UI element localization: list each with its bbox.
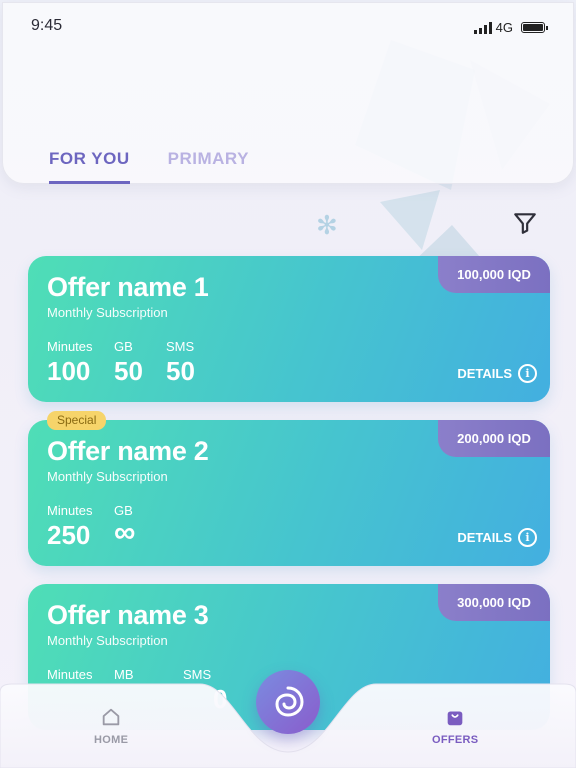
stat-label: Minutes: [47, 667, 93, 682]
stat-minutes: Minutes 250: [47, 503, 93, 551]
stat-label: SMS: [183, 667, 212, 682]
info-icon: i: [518, 528, 537, 547]
swirl-logo-icon: [275, 686, 304, 717]
offer-title: Offer name 2: [47, 436, 209, 466]
stat-sms: SMS 50: [166, 339, 195, 387]
bag-icon: [447, 711, 463, 726]
network-type: 4G: [495, 20, 513, 35]
stat-value: 50: [166, 356, 195, 386]
stat-value: 100: [47, 356, 91, 386]
center-action-button[interactable]: [256, 670, 320, 734]
tab-bar: FOR YOU PRIMARY: [49, 149, 249, 184]
snowflake-icon: ✻: [316, 210, 338, 240]
stat-label: MB: [114, 667, 134, 682]
nav-home-label: HOME: [94, 734, 129, 746]
price-tag: 300,000 IQD: [438, 584, 550, 621]
price-tag: 100,000 IQD: [438, 256, 550, 293]
status-time: 9:45: [31, 17, 63, 34]
stat-value: 250: [47, 520, 91, 550]
home-icon: [102, 708, 120, 726]
price-tag: 200,000 IQD: [438, 420, 550, 457]
nav-offers[interactable]: OFFERS: [432, 706, 478, 746]
offer-card[interactable]: Special 200,000 IQD Offer name 2 Monthly…: [28, 411, 550, 566]
tab-for-you[interactable]: FOR YOU: [49, 149, 130, 184]
signal-icon: [473, 21, 492, 34]
stat-label: Minutes: [47, 339, 93, 354]
stat-label: GB: [114, 339, 133, 354]
stat-label: SMS: [166, 339, 195, 354]
stat-gb: GB ∞: [114, 503, 135, 550]
nav-home[interactable]: HOME: [94, 706, 128, 746]
details-button[interactable]: DETAILS i: [457, 364, 537, 383]
background-shard: [380, 190, 440, 250]
stat-minutes: Minutes 100: [47, 339, 93, 387]
status-indicators: 4G: [473, 20, 548, 35]
filter-icon[interactable]: [512, 210, 538, 236]
nav-offers-label: OFFERS: [432, 734, 479, 746]
tab-primary[interactable]: PRIMARY: [168, 149, 249, 184]
battery-icon: [521, 22, 548, 33]
header-panel: 9:45 4G FOR YOU PRIMARY: [2, 2, 574, 184]
stat-value: 50: [114, 356, 143, 386]
details-label: DETAILS: [457, 530, 512, 545]
details-button[interactable]: DETAILS i: [457, 528, 537, 547]
offer-title: Offer name 1: [47, 272, 209, 302]
stat-gb: GB 50: [114, 339, 143, 387]
offer-subtitle: Monthly Subscription: [47, 469, 168, 484]
offer-subtitle: Monthly Subscription: [47, 305, 168, 320]
stat-value: ∞: [114, 516, 136, 549]
info-icon: i: [518, 364, 537, 383]
offer-subtitle: Monthly Subscription: [47, 633, 168, 648]
stat-label: Minutes: [47, 503, 93, 518]
offer-title: Offer name 3: [47, 600, 209, 630]
offer-card[interactable]: 100,000 IQD Offer name 1 Monthly Subscri…: [28, 256, 550, 402]
details-label: DETAILS: [457, 366, 512, 381]
special-badge: Special: [47, 411, 107, 430]
